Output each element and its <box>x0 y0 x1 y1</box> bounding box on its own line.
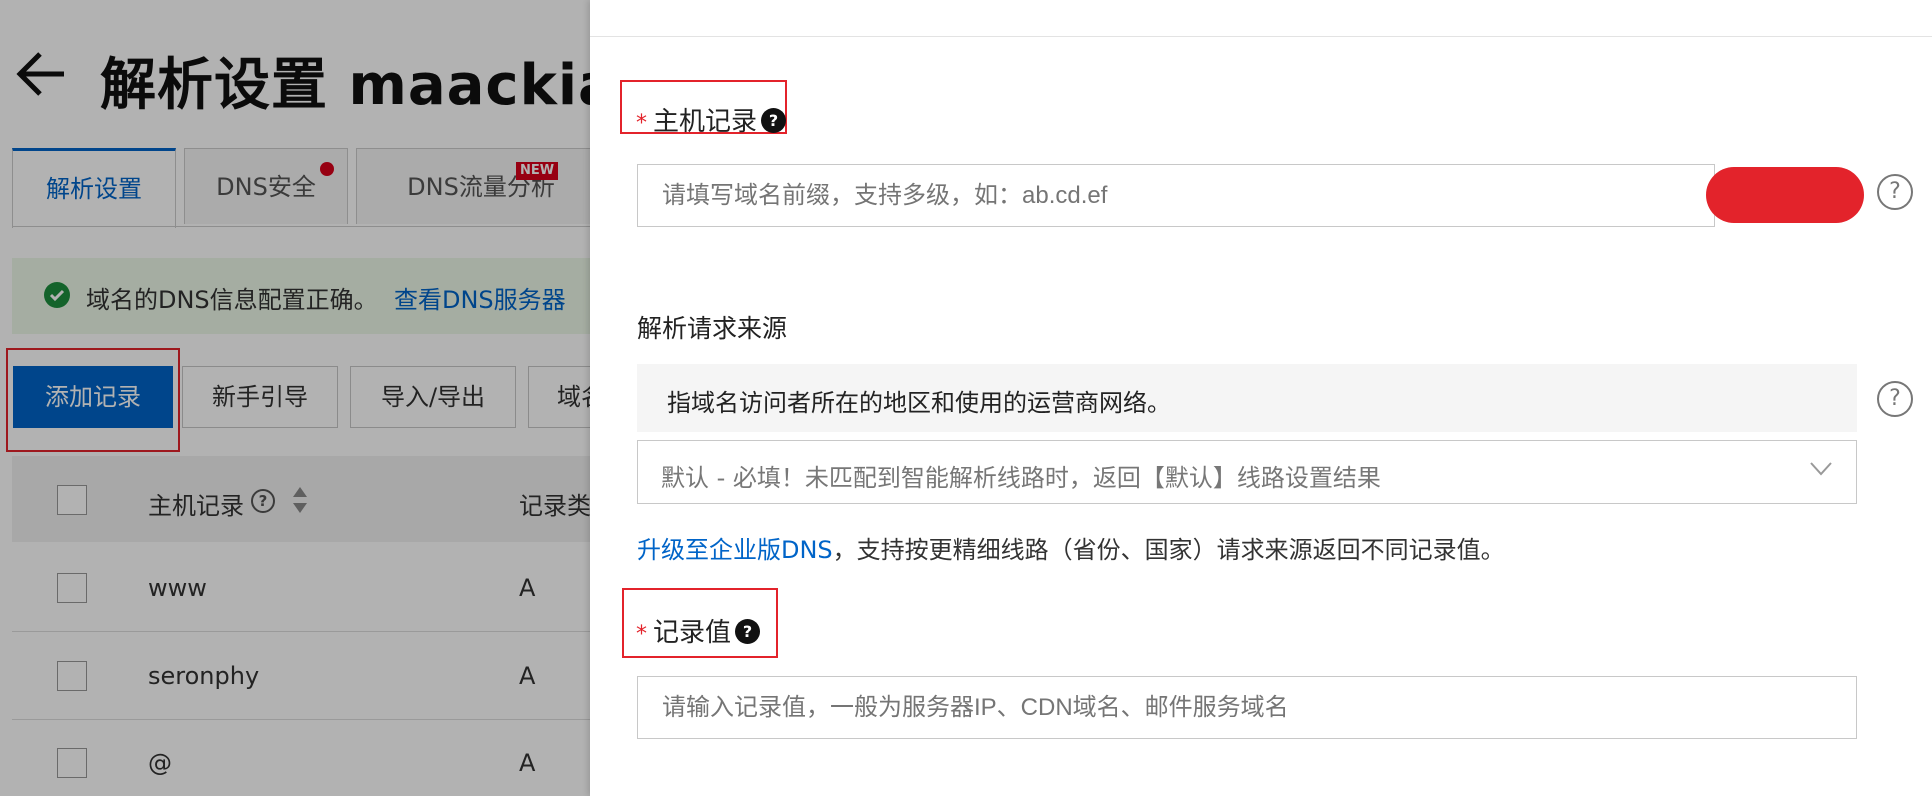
help-icon[interactable]: ? <box>735 619 761 644</box>
upgrade-text: ，支持按更精细线路（省份、国家）请求来源返回不同记录值。 <box>832 536 1505 564</box>
redaction-mark <box>1706 167 1864 223</box>
upgrade-notice: 升级至企业版DNS，支持按更精细线路（省份、国家）请求来源返回不同记录值。 <box>637 530 1505 565</box>
required-mark: * <box>636 111 647 136</box>
help-icon[interactable]: ? <box>761 108 787 133</box>
label-text: 主机记录 <box>653 107 758 137</box>
label-text: 记录值 <box>653 618 732 648</box>
request-source-description: 指域名访问者所在的地区和使用的运营商网络。 <box>667 389 1171 417</box>
request-source-label: 解析请求来源 <box>637 314 788 343</box>
upgrade-link[interactable]: 升级至企业版DNS <box>637 536 833 564</box>
help-circle-icon[interactable]: ? <box>1877 381 1913 417</box>
select-value: 默认 - 必填！未匹配到智能解析线路时，返回【默认】线路设置结果 <box>661 464 1381 492</box>
chevron-down-icon[interactable] <box>1810 462 1832 476</box>
required-mark: * <box>636 622 647 647</box>
drawer-header-divider <box>590 36 1932 37</box>
record-value-label: * 记录值? <box>636 612 761 649</box>
host-record-input[interactable] <box>637 164 1715 227</box>
host-record-label: * 主机记录? <box>636 101 787 138</box>
help-circle-icon[interactable]: ? <box>1877 174 1913 210</box>
modal-overlay[interactable] <box>0 0 590 796</box>
record-value-input[interactable] <box>637 676 1857 739</box>
background-page: 解析设置 maackia. 解析设置 DNS安全 DNS流量分析 NEW 域名的… <box>0 0 590 796</box>
